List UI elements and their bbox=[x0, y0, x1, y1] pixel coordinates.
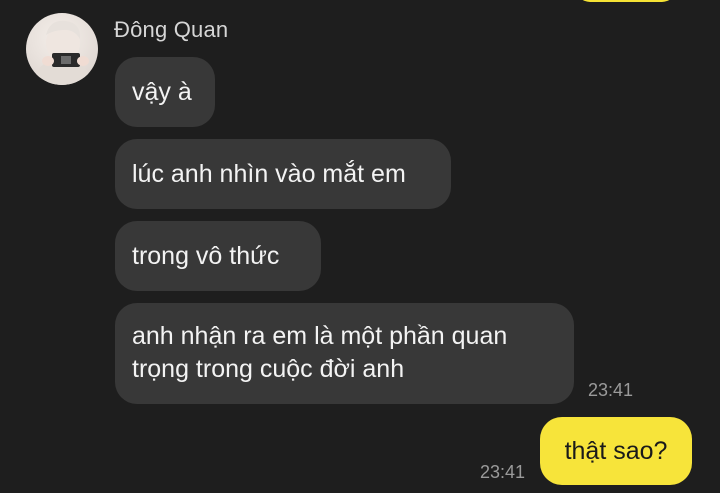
incoming-message[interactable]: anh nhận ra em là một phần quan trọng tr… bbox=[115, 303, 574, 404]
incoming-message[interactable]: vậy à bbox=[115, 57, 215, 127]
incoming-timestamp: 23:41 bbox=[588, 380, 634, 400]
message-line: trọng trong cuộc đời anh bbox=[132, 355, 405, 383]
contact-name: Đông Quan bbox=[114, 17, 229, 42]
incoming-message[interactable]: lúc anh nhìn vào mắt em bbox=[115, 139, 451, 209]
message-line: anh nhận ra em là một phần quan bbox=[132, 322, 508, 350]
incoming-message[interactable]: trong vô thức bbox=[115, 221, 321, 291]
chat-screen: Đông Quan vậy à lúc anh nhìn vào mắt em … bbox=[0, 0, 720, 493]
outgoing-timestamp: 23:41 bbox=[480, 462, 526, 482]
avatar-photo-icon bbox=[34, 20, 92, 85]
contact-avatar[interactable] bbox=[26, 13, 98, 85]
previous-outgoing-bubble-edge bbox=[576, 0, 676, 2]
outgoing-message[interactable]: thật sao? bbox=[540, 417, 692, 485]
